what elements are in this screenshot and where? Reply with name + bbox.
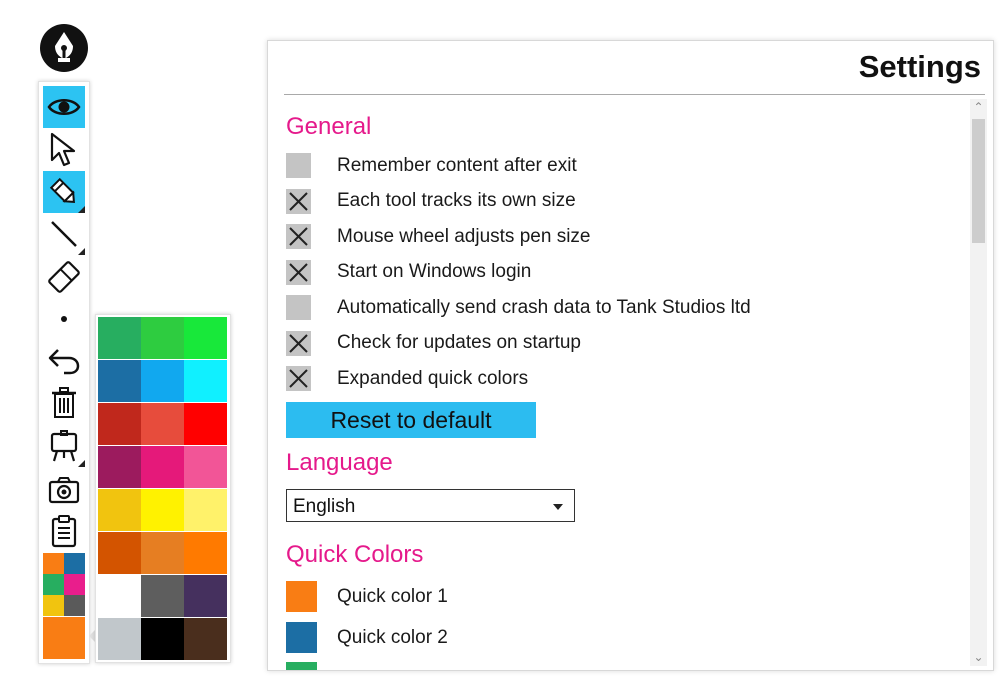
palette-swatch[interactable] bbox=[141, 446, 184, 488]
settings-panel: Settings General Remember content after … bbox=[267, 40, 994, 671]
palette-swatch[interactable] bbox=[98, 403, 141, 445]
checkbox-crash-data[interactable] bbox=[286, 295, 311, 320]
option-label: Start on Windows login bbox=[337, 261, 532, 282]
scrollbar-thumb[interactable] bbox=[972, 119, 985, 243]
line-icon bbox=[51, 221, 77, 247]
language-value: English bbox=[293, 496, 356, 517]
canvas-tool[interactable] bbox=[43, 425, 85, 467]
reset-button[interactable]: Reset to default bbox=[286, 402, 536, 438]
palette-swatch[interactable] bbox=[98, 489, 141, 531]
app-logo bbox=[40, 24, 88, 72]
palette-swatch[interactable] bbox=[184, 446, 227, 488]
palette-swatch[interactable] bbox=[98, 575, 141, 617]
palette-swatch[interactable] bbox=[98, 532, 141, 574]
scroll-up-icon[interactable]: ⌃ bbox=[970, 99, 987, 116]
submenu-indicator bbox=[78, 460, 85, 467]
clear-tool[interactable] bbox=[43, 382, 85, 424]
palette-swatch[interactable] bbox=[184, 360, 227, 402]
toolbar bbox=[38, 81, 90, 664]
palette-swatch[interactable] bbox=[184, 532, 227, 574]
quick-color-swatch[interactable] bbox=[64, 574, 85, 595]
palette-swatch[interactable] bbox=[184, 403, 227, 445]
x-mark-icon bbox=[289, 192, 308, 211]
x-mark-icon bbox=[289, 334, 308, 353]
general-heading: General bbox=[286, 113, 372, 140]
quick-color-swatch[interactable] bbox=[43, 595, 64, 616]
undo-tool[interactable] bbox=[43, 340, 85, 382]
checkbox-remember-content[interactable] bbox=[286, 153, 311, 178]
palette-swatch[interactable] bbox=[184, 575, 227, 617]
palette-swatch[interactable] bbox=[98, 360, 141, 402]
checkbox-start-on-login[interactable] bbox=[286, 260, 311, 285]
dot-icon bbox=[61, 316, 67, 322]
trash-icon bbox=[52, 387, 76, 418]
palette-swatch[interactable] bbox=[141, 575, 184, 617]
palette-swatch[interactable] bbox=[98, 446, 141, 488]
checkbox-mouse-wheel[interactable] bbox=[286, 224, 311, 249]
option-label: Automatically send crash data to Tank St… bbox=[337, 297, 751, 318]
quick-color-swatch[interactable] bbox=[43, 574, 64, 595]
scroll-down-icon[interactable]: ⌄ bbox=[970, 649, 987, 666]
canvas-icon bbox=[50, 430, 78, 462]
quick-color-1-swatch[interactable] bbox=[286, 581, 317, 612]
quick-color-label: Quick color 1 bbox=[337, 586, 448, 607]
palette-swatch[interactable] bbox=[141, 489, 184, 531]
palette-swatch[interactable] bbox=[184, 317, 227, 359]
submenu-indicator bbox=[78, 248, 85, 255]
clipboard-icon bbox=[51, 515, 77, 548]
pointer-icon bbox=[50, 132, 76, 167]
quick-color-label: Quick color 2 bbox=[337, 627, 448, 648]
option-label: Check for updates on startup bbox=[337, 332, 581, 353]
camera-icon bbox=[48, 477, 80, 504]
palette-swatch[interactable] bbox=[141, 532, 184, 574]
pointer-tool[interactable] bbox=[43, 129, 85, 171]
eraser-tool[interactable] bbox=[43, 256, 85, 298]
divider bbox=[284, 94, 985, 95]
pen-icon bbox=[49, 177, 75, 203]
checkbox-check-updates[interactable] bbox=[286, 331, 311, 356]
quick-color-swatch[interactable] bbox=[43, 553, 64, 574]
language-dropdown[interactable]: English bbox=[286, 489, 575, 522]
pen-tool[interactable] bbox=[43, 171, 85, 213]
eye-tool[interactable] bbox=[43, 86, 85, 128]
scrollbar[interactable]: ⌃ ⌄ bbox=[970, 99, 987, 666]
palette-swatch[interactable] bbox=[184, 489, 227, 531]
settings-title: Settings bbox=[858, 49, 981, 84]
checkbox-expanded-colors[interactable] bbox=[286, 366, 311, 391]
option-label: Each tool tracks its own size bbox=[337, 190, 576, 211]
x-mark-icon bbox=[289, 369, 308, 388]
option-label: Expanded quick colors bbox=[337, 368, 529, 389]
quick-colors-heading: Quick Colors bbox=[286, 541, 424, 568]
palette-swatch[interactable] bbox=[141, 403, 184, 445]
checkbox-tool-size[interactable] bbox=[286, 189, 311, 214]
eraser-icon bbox=[48, 261, 80, 293]
quick-color-3-swatch[interactable] bbox=[286, 662, 317, 670]
clipboard-tool[interactable] bbox=[43, 510, 85, 552]
palette-swatch[interactable] bbox=[98, 618, 141, 660]
option-label: Mouse wheel adjusts pen size bbox=[337, 226, 591, 247]
palette-swatch[interactable] bbox=[141, 360, 184, 402]
pen-size-tool[interactable] bbox=[43, 298, 85, 340]
color-palette bbox=[95, 314, 231, 663]
undo-icon bbox=[48, 349, 80, 375]
option-label: Remember content after exit bbox=[337, 155, 577, 176]
line-tool[interactable] bbox=[43, 213, 85, 255]
x-mark-icon bbox=[289, 263, 308, 282]
palette-swatch[interactable] bbox=[141, 618, 184, 660]
quick-color-swatch[interactable] bbox=[64, 595, 85, 616]
quick-color-2-swatch[interactable] bbox=[286, 622, 317, 653]
palette-swatch[interactable] bbox=[98, 317, 141, 359]
current-color-button[interactable] bbox=[43, 617, 85, 659]
palette-swatch[interactable] bbox=[184, 618, 227, 660]
palette-swatch[interactable] bbox=[141, 317, 184, 359]
submenu-indicator bbox=[78, 206, 85, 213]
screenshot-tool[interactable] bbox=[43, 469, 85, 511]
language-heading: Language bbox=[286, 449, 393, 476]
quick-color-swatch[interactable] bbox=[64, 553, 85, 574]
eye-icon bbox=[47, 99, 81, 115]
chevron-down-icon bbox=[553, 504, 563, 510]
x-mark-icon bbox=[289, 227, 308, 246]
